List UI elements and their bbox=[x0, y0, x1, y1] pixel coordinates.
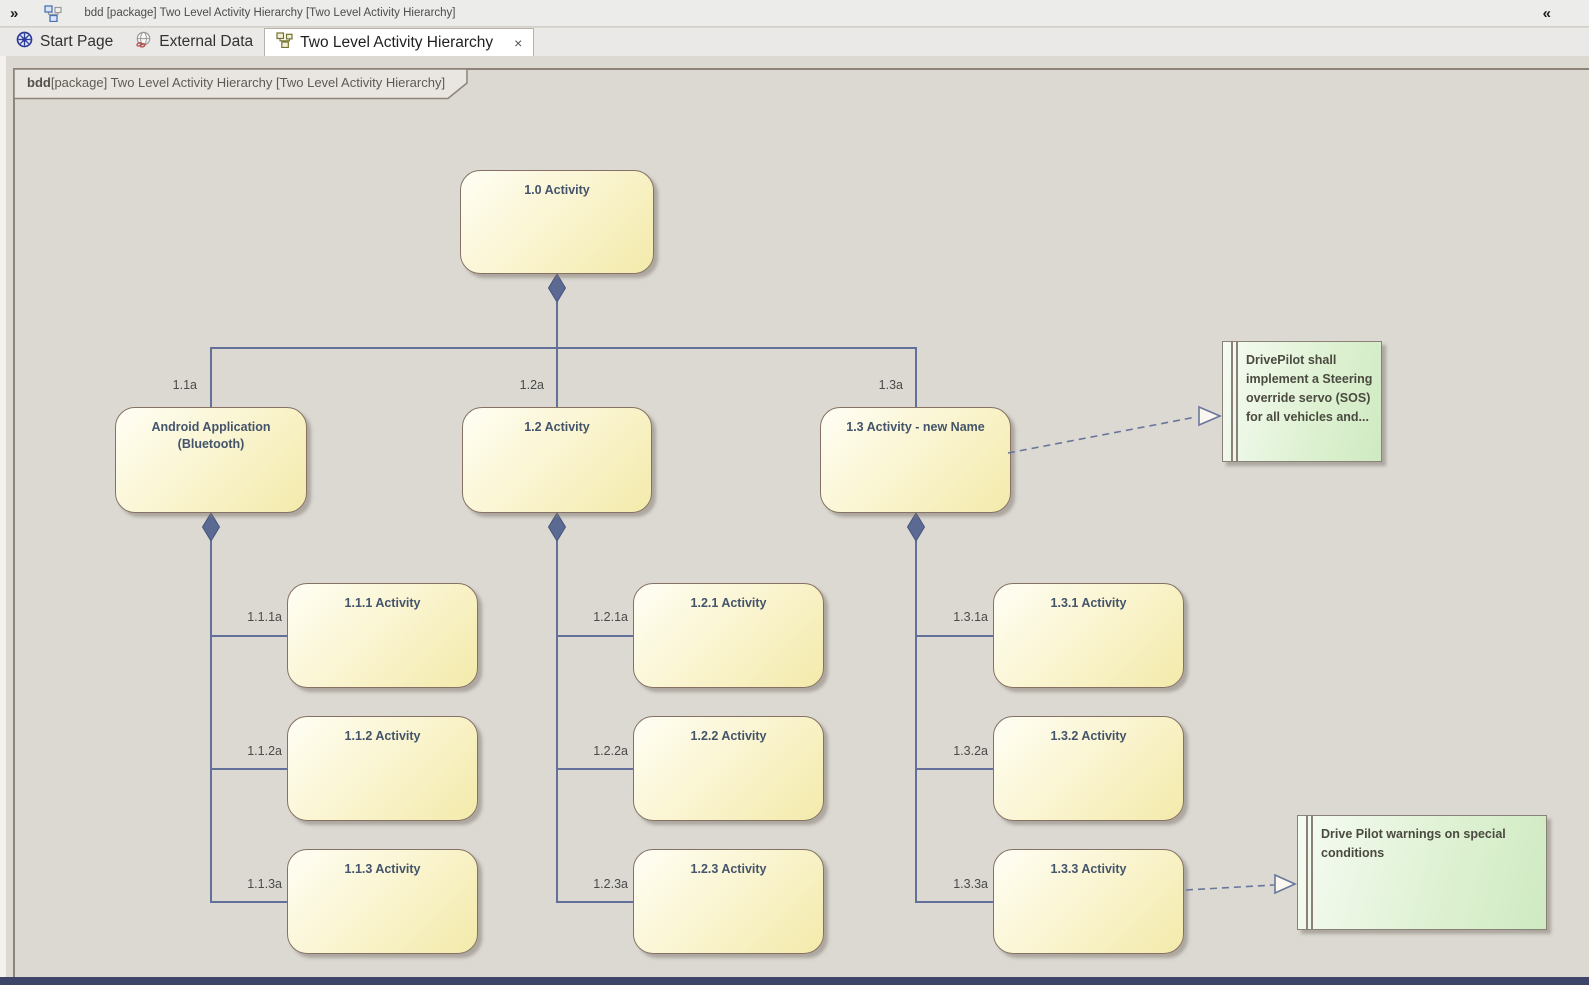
hierarchy-diagram-icon bbox=[44, 4, 62, 22]
tab-start-page[interactable]: Start Page bbox=[5, 28, 124, 56]
connector-line[interactable] bbox=[210, 347, 917, 349]
connector-line[interactable] bbox=[556, 901, 633, 903]
activity-node-android-application[interactable]: Android Application (Bluetooth) bbox=[115, 407, 307, 513]
activity-node-1-2[interactable]: 1.2 Activity bbox=[462, 407, 652, 513]
edge-label[interactable]: 1.1.1a bbox=[222, 610, 282, 624]
node-label: 1.3.2 Activity bbox=[1050, 729, 1127, 743]
composition-diamond-icon bbox=[906, 512, 926, 542]
tab-label: Two Level Activity Hierarchy bbox=[300, 33, 494, 51]
diagram-title-bar: » bdd [package] Two Level Activity Hiera… bbox=[0, 0, 1589, 27]
node-label: 1.3.3 Activity bbox=[1050, 862, 1127, 876]
hierarchy-diagram-icon bbox=[276, 32, 293, 53]
node-label: 1.1.2 Activity bbox=[344, 729, 421, 743]
frame-keyword: bdd bbox=[27, 75, 51, 90]
edge-label[interactable]: 1.2a bbox=[484, 378, 544, 392]
connector-line[interactable] bbox=[210, 541, 212, 902]
edge-label[interactable]: 1.3.1a bbox=[928, 610, 988, 624]
diagram-title: bdd [package] Two Level Activity Hierarc… bbox=[84, 7, 456, 19]
edge-label[interactable]: 1.3.3a bbox=[928, 877, 988, 891]
activity-node-1-3-3[interactable]: 1.3.3 Activity bbox=[993, 849, 1184, 954]
diagram-canvas[interactable]: bdd[package] Two Level Activity Hierarch… bbox=[0, 56, 1589, 977]
connector-line[interactable] bbox=[210, 901, 287, 903]
tab-label: External Data bbox=[159, 33, 254, 50]
note-left-bar bbox=[1311, 816, 1313, 929]
activity-node-1-1-2[interactable]: 1.1.2 Activity bbox=[287, 716, 478, 821]
window-bottom-edge bbox=[0, 977, 1589, 985]
tab-two-level-activity-hierarchy[interactable]: Two Level Activity Hierarchy × bbox=[264, 28, 535, 56]
edge-label[interactable]: 1.3.2a bbox=[928, 744, 988, 758]
activity-node-1-1-1[interactable]: 1.1.1 Activity bbox=[287, 583, 478, 688]
edge-label[interactable]: 1.2.2a bbox=[568, 744, 628, 758]
note-text: DrivePilot shall implement a Steering ov… bbox=[1246, 353, 1373, 424]
edge-label[interactable]: 1.1.3a bbox=[222, 877, 282, 891]
close-tab-icon[interactable]: × bbox=[514, 35, 522, 51]
edge-label[interactable]: 1.2.3a bbox=[568, 877, 628, 891]
composition-diamond-icon bbox=[547, 512, 567, 542]
node-label: 1.2.1 Activity bbox=[690, 596, 767, 610]
requirement-note-drive-pilot-warnings[interactable]: Drive Pilot warnings on special conditio… bbox=[1297, 815, 1547, 930]
edge-label[interactable]: 1.1.2a bbox=[222, 744, 282, 758]
connector-line[interactable] bbox=[556, 541, 558, 902]
globe-link-icon bbox=[135, 31, 152, 53]
frame-label: bdd[package] Two Level Activity Hierarch… bbox=[27, 75, 445, 90]
note-left-bar bbox=[1306, 816, 1308, 929]
activity-node-1-1-3[interactable]: 1.1.3 Activity bbox=[287, 849, 478, 954]
node-label: 1.1.3 Activity bbox=[344, 862, 421, 876]
node-label: 1.2.3 Activity bbox=[690, 862, 767, 876]
activity-node-1-3[interactable]: 1.3 Activity - new Name bbox=[820, 407, 1011, 513]
connector-line[interactable] bbox=[915, 635, 993, 637]
connector-line[interactable] bbox=[915, 901, 993, 903]
node-label: 1.2 Activity bbox=[524, 420, 590, 434]
connector-line[interactable] bbox=[915, 768, 993, 770]
node-label: Android Application (Bluetooth) bbox=[151, 420, 271, 451]
connector-line[interactable] bbox=[210, 347, 212, 407]
node-label: 1.3.1 Activity bbox=[1050, 596, 1127, 610]
node-label: 1.2.2 Activity bbox=[690, 729, 767, 743]
composition-diamond-icon bbox=[201, 512, 221, 542]
activity-node-1-0[interactable]: 1.0 Activity bbox=[460, 170, 654, 274]
note-left-bar bbox=[1236, 342, 1238, 461]
edge-label[interactable]: 1.3a bbox=[843, 378, 903, 392]
note-text: Drive Pilot warnings on special conditio… bbox=[1321, 827, 1506, 860]
tab-external-data[interactable]: External Data bbox=[124, 28, 264, 56]
activity-node-1-3-2[interactable]: 1.3.2 Activity bbox=[993, 716, 1184, 821]
start-page-wheel-icon bbox=[16, 31, 33, 53]
node-label: 1.0 Activity bbox=[524, 183, 590, 197]
node-label: 1.1.1 Activity bbox=[344, 596, 421, 610]
activity-node-1-2-2[interactable]: 1.2.2 Activity bbox=[633, 716, 824, 821]
frame-text: [package] Two Level Activity Hierarchy [… bbox=[50, 75, 446, 90]
activity-node-1-3-1[interactable]: 1.3.1 Activity bbox=[993, 583, 1184, 688]
connector-line[interactable] bbox=[210, 768, 287, 770]
requirement-note-drivepilot[interactable]: DrivePilot shall implement a Steering ov… bbox=[1222, 341, 1382, 462]
connector-line[interactable] bbox=[556, 347, 558, 407]
activity-node-1-2-3[interactable]: 1.2.3 Activity bbox=[633, 849, 824, 954]
note-left-bar bbox=[1231, 342, 1233, 461]
connector-line[interactable] bbox=[556, 302, 558, 347]
connector-line[interactable] bbox=[915, 541, 917, 902]
tab-label: Start Page bbox=[40, 33, 114, 50]
connector-line[interactable] bbox=[556, 635, 633, 637]
edge-label[interactable]: 1.2.1a bbox=[568, 610, 628, 624]
connector-line[interactable] bbox=[556, 768, 633, 770]
connector-line[interactable] bbox=[210, 635, 287, 637]
composition-diamond-icon bbox=[547, 273, 567, 303]
tab-bar: Start Page External Data Two Level Activ… bbox=[0, 28, 1589, 56]
trace-arrow[interactable] bbox=[1000, 398, 1223, 462]
trace-arrow[interactable] bbox=[1184, 868, 1298, 900]
node-label: 1.3 Activity - new Name bbox=[846, 420, 985, 434]
canvas-left-gutter bbox=[0, 56, 6, 977]
expand-panel-icon[interactable]: » bbox=[10, 5, 18, 22]
collapse-panel-icon[interactable]: « bbox=[1543, 5, 1551, 22]
edge-label[interactable]: 1.1a bbox=[137, 378, 197, 392]
connector-line[interactable] bbox=[915, 347, 917, 407]
activity-node-1-2-1[interactable]: 1.2.1 Activity bbox=[633, 583, 824, 688]
diagram-frame-left bbox=[13, 68, 15, 977]
